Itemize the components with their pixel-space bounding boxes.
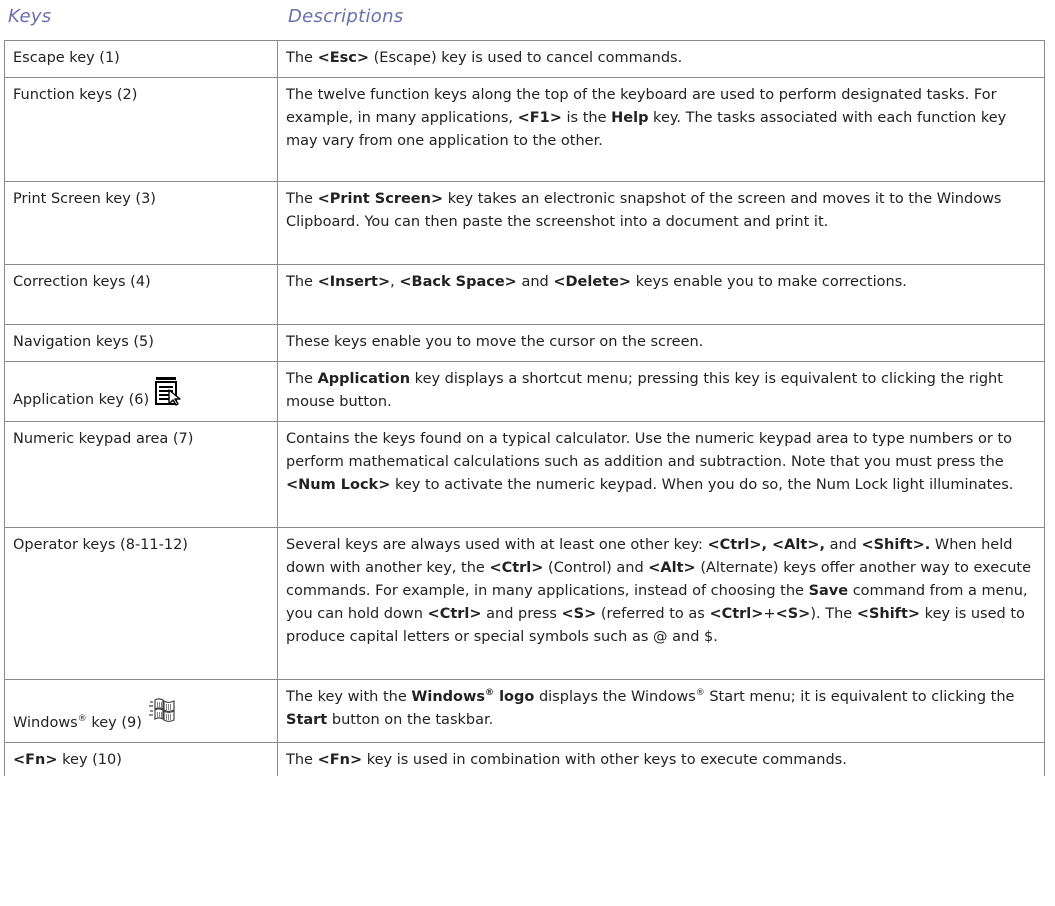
key-description-cell: The key with the Windows® logo displays … (277, 679, 1045, 743)
key-description-cell: The <Insert>, <Back Space> and <Delete> … (277, 264, 1045, 325)
key-description-cell: The <Esc> (Escape) key is used to cancel… (277, 40, 1045, 78)
key-name: <Fn> key (10) (13, 752, 122, 768)
key-name-cell: Application key (6) (4, 361, 278, 422)
key-name-cell: Operator keys (8-11-12) (4, 527, 278, 680)
descriptions-column-heading: Descriptions (288, 6, 404, 27)
key-name: Windows® key (9) (13, 714, 142, 732)
table-row: Operator keys (8-11-12) Several keys are… (4, 527, 1045, 680)
table-row: Application key (6) The Application key … (4, 361, 1045, 422)
key-name: Application key (6) (13, 392, 150, 408)
table-row: Windows® key (9) The key with the Window… (4, 679, 1045, 743)
table-row: Navigation keys (5) These keys enable yo… (4, 324, 1045, 362)
key-name-cell: <Fn> key (10) (4, 742, 278, 776)
key-description-cell: These keys enable you to move the cursor… (277, 324, 1045, 362)
key-description-cell: Contains the keys found on a typical cal… (277, 421, 1045, 528)
key-name: Numeric keypad area (7) (13, 431, 194, 447)
key-name: Function keys (2) (13, 87, 138, 103)
table-row: <Fn> key (10) The <Fn> key is used in co… (4, 742, 1045, 776)
key-name: Operator keys (8-11-12) (13, 537, 188, 553)
keys-column-heading: Keys (8, 6, 52, 27)
key-description-cell: Several keys are always used with at lea… (277, 527, 1045, 680)
key-description-cell: The <Fn> key is used in combination with… (277, 742, 1045, 776)
keys-descriptions-table: Escape key (1) The <Esc> (Escape) key is… (4, 40, 1045, 776)
table-row: Escape key (1) The <Esc> (Escape) key is… (4, 40, 1045, 78)
key-name-cell: Correction keys (4) (4, 264, 278, 325)
table-row: Numeric keypad area (7) Contains the key… (4, 421, 1045, 528)
table-row: Print Screen key (3) The <Print Screen> … (4, 181, 1045, 265)
table-row: Correction keys (4) The <Insert>, <Back … (4, 264, 1045, 325)
key-name-cell: Windows® key (9) (4, 679, 278, 743)
key-description-cell: The twelve function keys along the top o… (277, 77, 1045, 182)
key-name-cell: Print Screen key (3) (4, 181, 278, 265)
key-name: Print Screen key (3) (13, 191, 156, 207)
key-name-cell: Escape key (1) (4, 40, 278, 78)
key-description-cell: The <Print Screen> key takes an electron… (277, 181, 1045, 265)
key-name: Escape key (1) (13, 50, 120, 66)
key-name: Navigation keys (5) (13, 334, 154, 350)
table-row: Function keys (2) The twelve function ke… (4, 77, 1045, 182)
windows-logo-icon (148, 695, 178, 733)
application-key-icon (155, 376, 183, 414)
key-name-cell: Navigation keys (5) (4, 324, 278, 362)
key-name: Correction keys (4) (13, 274, 151, 290)
key-name-cell: Numeric keypad area (7) (4, 421, 278, 528)
key-name-cell: Function keys (2) (4, 77, 278, 182)
key-description-cell: The Application key displays a shortcut … (277, 361, 1045, 422)
